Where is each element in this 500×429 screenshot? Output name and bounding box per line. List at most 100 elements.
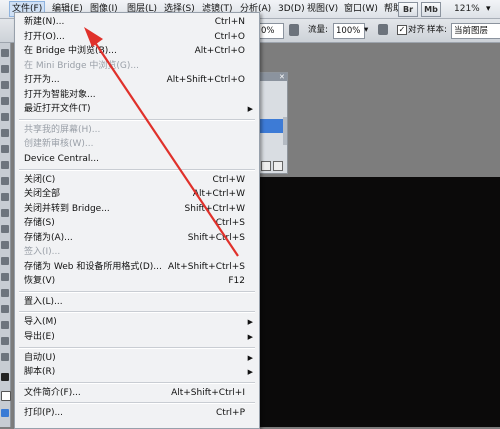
file-menu-item[interactable]: 在 Bridge 中浏览(B)... Alt+Ctrl+O — [15, 44, 259, 58]
file-menu-item[interactable]: 存储为 Web 和设备所用格式(D)... Alt+Shift+Ctrl+S — [15, 260, 259, 274]
file-menu-item[interactable]: 脚本(R) ▶ — [15, 365, 259, 379]
opacity-field[interactable]: 0% — [258, 23, 284, 39]
flow-dropdown-icon[interactable]: ▾ — [364, 23, 368, 37]
zoom-level[interactable]: 121% — [452, 2, 482, 16]
file-menu-item[interactable]: 存储为(A)... Shift+Ctrl+S — [15, 231, 259, 245]
mini-bridge-button[interactable]: Mb — [421, 2, 441, 17]
close-icon[interactable]: ✕ — [279, 73, 285, 81]
brush-tool-icon[interactable] — [1, 161, 9, 169]
history-brush-tool-icon[interactable] — [1, 193, 9, 201]
menu-item-shortcut: Ctrl+S — [215, 218, 245, 229]
file-menu-item[interactable]: Device Central... — [15, 152, 259, 166]
file-menu-item[interactable]: 恢复(V) F12 — [15, 274, 259, 288]
menu-item-label: 导入(M) — [24, 317, 57, 328]
file-menu-item[interactable]: 打开为智能对象... — [15, 88, 259, 102]
crop-tool-icon[interactable] — [1, 113, 9, 121]
delete-layer-icon[interactable] — [273, 161, 283, 171]
file-menu-item[interactable]: 导入(M) ▶ — [15, 315, 259, 329]
file-menu-item[interactable]: 置入(L)... — [15, 295, 259, 309]
move-tool-icon[interactable] — [1, 49, 9, 57]
menu-item-label: 存储(S) — [24, 218, 55, 229]
menu-item-label: 新建(N)... — [24, 17, 65, 27]
panel-scrollbar[interactable] — [283, 117, 287, 145]
dodge-tool-icon[interactable] — [1, 241, 9, 249]
sample-label: 样本: — [427, 25, 447, 35]
hand-tool-icon[interactable] — [1, 337, 9, 345]
menu-item-shortcut: Alt+Ctrl+O — [194, 46, 245, 57]
zoom-tool-icon[interactable] — [1, 353, 9, 361]
sample-select[interactable]: 当前图层 — [451, 23, 500, 39]
submenu-arrow-icon: ▶ — [247, 333, 253, 341]
menu-item-label: 恢复(V) — [24, 276, 56, 287]
file-menu-item[interactable]: 关闭并转到 Bridge... Shift+Ctrl+W — [15, 202, 259, 216]
file-menu-item[interactable]: 最近打开文件(T) ▶ — [15, 102, 259, 116]
lasso-tool-icon[interactable] — [1, 81, 9, 89]
flow-field[interactable]: 100% — [333, 23, 365, 39]
menu-item-label: 文件简介(F)... — [24, 387, 81, 398]
submenu-arrow-icon: ▶ — [247, 105, 253, 114]
menu-separator — [19, 402, 255, 405]
background-color-swatch[interactable] — [1, 391, 11, 401]
file-menu-item[interactable]: 打印(P)... Ctrl+P — [15, 406, 259, 420]
quick-mask-icon[interactable] — [1, 409, 9, 417]
menu-item-label: 存储为(A)... — [24, 232, 73, 243]
file-menu-item[interactable]: 导出(E) ▶ — [15, 330, 259, 344]
menu-item-label: 导出(E) — [24, 332, 55, 342]
menu-item-shortcut: Ctrl+N — [214, 17, 245, 27]
submenu-arrow-icon: ▶ — [247, 353, 253, 362]
wand-tool-icon[interactable] — [1, 97, 9, 105]
healing-tool-icon[interactable] — [1, 145, 9, 153]
3d-tool-icon[interactable] — [1, 321, 9, 329]
shape-tool-icon[interactable] — [1, 305, 9, 313]
menu-item-shortcut: Alt+Shift+Ctrl+S — [168, 261, 245, 272]
eyedropper-tool-icon[interactable] — [1, 129, 9, 137]
menu-item-label: 关闭(C) — [24, 174, 56, 185]
menu-item-label: 存储为 Web 和设备所用格式(D)... — [24, 261, 162, 272]
file-menu-item: 在 Mini Bridge 中浏览(G)... — [15, 59, 259, 73]
airbrush-toggle-icon[interactable] — [378, 24, 388, 35]
menu-separator — [19, 381, 255, 384]
selected-layer-row[interactable] — [257, 119, 283, 133]
type-tool-icon[interactable] — [1, 273, 9, 281]
menu-3d[interactable]: 3D(D) — [276, 2, 307, 16]
file-menu-item: 共享我的屏幕(H)... — [15, 123, 259, 137]
menu-item-label: Device Central... — [24, 153, 99, 164]
checkbox-icon[interactable]: ✓ — [397, 25, 407, 35]
file-menu-item[interactable]: 自动(U) ▶ — [15, 351, 259, 365]
file-menu-item[interactable]: 关闭(C) Ctrl+W — [15, 173, 259, 187]
menu-item-label: 在 Mini Bridge 中浏览(G)... — [24, 60, 139, 71]
zoom-dropdown-icon[interactable]: ▾ — [484, 2, 493, 16]
airbrush-icon[interactable] — [289, 24, 299, 36]
file-menu-item: 创建新审核(W)... — [15, 137, 259, 151]
gradient-tool-icon[interactable] — [1, 225, 9, 233]
file-menu-item[interactable]: 文件简介(F)... Alt+Shift+Ctrl+I — [15, 386, 259, 400]
menu-window[interactable]: 窗口(W) — [342, 2, 380, 16]
menu-item-label: 最近打开文件(T) — [24, 104, 91, 115]
document-canvas[interactable] — [256, 177, 500, 427]
menu-separator — [19, 118, 255, 121]
path-select-tool-icon[interactable] — [1, 289, 9, 297]
eraser-tool-icon[interactable] — [1, 209, 9, 217]
file-menu-item[interactable]: 打开(O)... Ctrl+O — [15, 30, 259, 44]
pen-tool-icon[interactable] — [1, 257, 9, 265]
stamp-tool-icon[interactable] — [1, 177, 9, 185]
foreground-color-swatch[interactable] — [1, 373, 9, 381]
menu-item-shortcut: Ctrl+O — [214, 31, 245, 42]
menu-view[interactable]: 视图(V) — [305, 2, 340, 16]
flow-label: 流量: — [308, 25, 328, 35]
bridge-button[interactable]: Br — [398, 2, 418, 17]
file-menu-item[interactable]: 关闭全部 Alt+Ctrl+W — [15, 187, 259, 201]
new-layer-icon[interactable] — [261, 161, 271, 171]
menu-item-label: 置入(L)... — [24, 296, 63, 307]
menu-item-shortcut: Alt+Shift+Ctrl+O — [166, 75, 245, 86]
file-menu-item[interactable]: 存储(S) Ctrl+S — [15, 216, 259, 230]
submenu-arrow-icon: ▶ — [247, 368, 253, 377]
menu-separator — [19, 290, 255, 293]
menu-separator — [19, 311, 255, 314]
menu-item-label: 关闭全部 — [24, 189, 61, 200]
file-menu-item[interactable]: 新建(N)... Ctrl+N — [15, 15, 259, 29]
menu-item-shortcut: Shift+Ctrl+W — [184, 203, 245, 214]
marquee-tool-icon[interactable] — [1, 65, 9, 73]
menu-separator — [19, 346, 255, 349]
file-menu-item[interactable]: 打开为... Alt+Shift+Ctrl+O — [15, 73, 259, 87]
